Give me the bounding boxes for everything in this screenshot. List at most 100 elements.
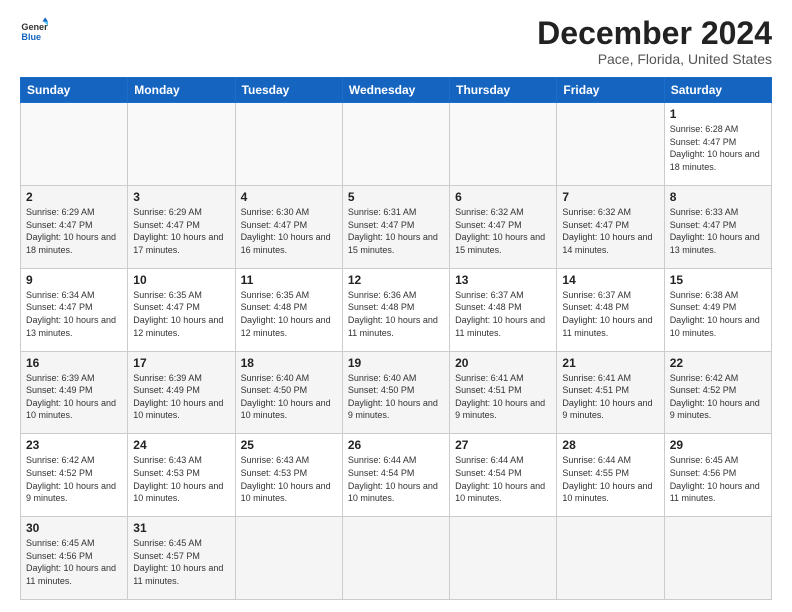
table-row: 21 Sunrise: 6:41 AM Sunset: 4:51 PM Dayl… xyxy=(557,351,664,434)
day-info: Sunrise: 6:40 AM Sunset: 4:50 PM Dayligh… xyxy=(348,372,444,422)
day-info: Sunrise: 6:45 AM Sunset: 4:57 PM Dayligh… xyxy=(133,537,229,587)
table-row: 26 Sunrise: 6:44 AM Sunset: 4:54 PM Dayl… xyxy=(342,434,449,517)
day-info: Sunrise: 6:35 AM Sunset: 4:48 PM Dayligh… xyxy=(241,289,337,339)
calendar-week-row: 30 Sunrise: 6:45 AM Sunset: 4:56 PM Dayl… xyxy=(21,517,772,600)
table-row: 27 Sunrise: 6:44 AM Sunset: 4:54 PM Dayl… xyxy=(450,434,557,517)
calendar-header-row: Sunday Monday Tuesday Wednesday Thursday… xyxy=(21,78,772,103)
day-number: 4 xyxy=(241,190,337,204)
day-info: Sunrise: 6:45 AM Sunset: 4:56 PM Dayligh… xyxy=(26,537,122,587)
col-friday: Friday xyxy=(557,78,664,103)
day-number: 27 xyxy=(455,438,551,452)
table-row xyxy=(21,103,128,186)
calendar-week-row: 16 Sunrise: 6:39 AM Sunset: 4:49 PM Dayl… xyxy=(21,351,772,434)
table-row: 3 Sunrise: 6:29 AM Sunset: 4:47 PM Dayli… xyxy=(128,185,235,268)
day-number: 19 xyxy=(348,356,444,370)
table-row: 5 Sunrise: 6:31 AM Sunset: 4:47 PM Dayli… xyxy=(342,185,449,268)
day-number: 14 xyxy=(562,273,658,287)
day-number: 23 xyxy=(26,438,122,452)
day-number: 24 xyxy=(133,438,229,452)
table-row: 6 Sunrise: 6:32 AM Sunset: 4:47 PM Dayli… xyxy=(450,185,557,268)
day-info: Sunrise: 6:37 AM Sunset: 4:48 PM Dayligh… xyxy=(455,289,551,339)
table-row: 17 Sunrise: 6:39 AM Sunset: 4:49 PM Dayl… xyxy=(128,351,235,434)
day-info: Sunrise: 6:37 AM Sunset: 4:48 PM Dayligh… xyxy=(562,289,658,339)
table-row: 30 Sunrise: 6:45 AM Sunset: 4:56 PM Dayl… xyxy=(21,517,128,600)
day-number: 5 xyxy=(348,190,444,204)
table-row xyxy=(342,103,449,186)
day-info: Sunrise: 6:34 AM Sunset: 4:47 PM Dayligh… xyxy=(26,289,122,339)
day-number: 12 xyxy=(348,273,444,287)
day-info: Sunrise: 6:35 AM Sunset: 4:47 PM Dayligh… xyxy=(133,289,229,339)
calendar-week-row: 9 Sunrise: 6:34 AM Sunset: 4:47 PM Dayli… xyxy=(21,268,772,351)
page: General Blue December 2024 Pace, Florida… xyxy=(0,0,792,612)
day-number: 31 xyxy=(133,521,229,535)
table-row: 18 Sunrise: 6:40 AM Sunset: 4:50 PM Dayl… xyxy=(235,351,342,434)
day-number: 25 xyxy=(241,438,337,452)
table-row xyxy=(342,517,449,600)
table-row: 7 Sunrise: 6:32 AM Sunset: 4:47 PM Dayli… xyxy=(557,185,664,268)
table-row: 12 Sunrise: 6:36 AM Sunset: 4:48 PM Dayl… xyxy=(342,268,449,351)
day-info: Sunrise: 6:40 AM Sunset: 4:50 PM Dayligh… xyxy=(241,372,337,422)
day-number: 9 xyxy=(26,273,122,287)
day-info: Sunrise: 6:41 AM Sunset: 4:51 PM Dayligh… xyxy=(455,372,551,422)
day-info: Sunrise: 6:29 AM Sunset: 4:47 PM Dayligh… xyxy=(26,206,122,256)
month-title: December 2024 xyxy=(537,16,772,51)
col-tuesday: Tuesday xyxy=(235,78,342,103)
table-row xyxy=(557,103,664,186)
day-info: Sunrise: 6:43 AM Sunset: 4:53 PM Dayligh… xyxy=(241,454,337,504)
table-row: 15 Sunrise: 6:38 AM Sunset: 4:49 PM Dayl… xyxy=(664,268,771,351)
calendar-table: Sunday Monday Tuesday Wednesday Thursday… xyxy=(20,77,772,600)
day-number: 21 xyxy=(562,356,658,370)
title-block: December 2024 Pace, Florida, United Stat… xyxy=(537,16,772,67)
table-row: 29 Sunrise: 6:45 AM Sunset: 4:56 PM Dayl… xyxy=(664,434,771,517)
day-info: Sunrise: 6:30 AM Sunset: 4:47 PM Dayligh… xyxy=(241,206,337,256)
logo-icon: General Blue xyxy=(20,16,48,44)
day-number: 10 xyxy=(133,273,229,287)
col-sunday: Sunday xyxy=(21,78,128,103)
table-row: 8 Sunrise: 6:33 AM Sunset: 4:47 PM Dayli… xyxy=(664,185,771,268)
day-info: Sunrise: 6:41 AM Sunset: 4:51 PM Dayligh… xyxy=(562,372,658,422)
day-number: 17 xyxy=(133,356,229,370)
col-monday: Monday xyxy=(128,78,235,103)
table-row: 10 Sunrise: 6:35 AM Sunset: 4:47 PM Dayl… xyxy=(128,268,235,351)
col-wednesday: Wednesday xyxy=(342,78,449,103)
day-info: Sunrise: 6:32 AM Sunset: 4:47 PM Dayligh… xyxy=(562,206,658,256)
table-row: 24 Sunrise: 6:43 AM Sunset: 4:53 PM Dayl… xyxy=(128,434,235,517)
day-number: 18 xyxy=(241,356,337,370)
day-number: 28 xyxy=(562,438,658,452)
calendar-week-row: 1 Sunrise: 6:28 AM Sunset: 4:47 PM Dayli… xyxy=(21,103,772,186)
table-row: 14 Sunrise: 6:37 AM Sunset: 4:48 PM Dayl… xyxy=(557,268,664,351)
day-number: 7 xyxy=(562,190,658,204)
day-info: Sunrise: 6:42 AM Sunset: 4:52 PM Dayligh… xyxy=(670,372,766,422)
day-number: 15 xyxy=(670,273,766,287)
day-info: Sunrise: 6:42 AM Sunset: 4:52 PM Dayligh… xyxy=(26,454,122,504)
table-row: 20 Sunrise: 6:41 AM Sunset: 4:51 PM Dayl… xyxy=(450,351,557,434)
table-row: 28 Sunrise: 6:44 AM Sunset: 4:55 PM Dayl… xyxy=(557,434,664,517)
day-number: 3 xyxy=(133,190,229,204)
day-number: 8 xyxy=(670,190,766,204)
day-number: 1 xyxy=(670,107,766,121)
table-row xyxy=(235,517,342,600)
day-info: Sunrise: 6:45 AM Sunset: 4:56 PM Dayligh… xyxy=(670,454,766,504)
day-number: 16 xyxy=(26,356,122,370)
table-row: 13 Sunrise: 6:37 AM Sunset: 4:48 PM Dayl… xyxy=(450,268,557,351)
day-info: Sunrise: 6:33 AM Sunset: 4:47 PM Dayligh… xyxy=(670,206,766,256)
day-info: Sunrise: 6:44 AM Sunset: 4:55 PM Dayligh… xyxy=(562,454,658,504)
table-row xyxy=(450,103,557,186)
day-number: 29 xyxy=(670,438,766,452)
day-info: Sunrise: 6:32 AM Sunset: 4:47 PM Dayligh… xyxy=(455,206,551,256)
table-row: 23 Sunrise: 6:42 AM Sunset: 4:52 PM Dayl… xyxy=(21,434,128,517)
location: Pace, Florida, United States xyxy=(537,51,772,67)
day-info: Sunrise: 6:44 AM Sunset: 4:54 PM Dayligh… xyxy=(348,454,444,504)
svg-text:General: General xyxy=(21,22,48,32)
table-row xyxy=(557,517,664,600)
table-row xyxy=(128,103,235,186)
col-thursday: Thursday xyxy=(450,78,557,103)
table-row: 11 Sunrise: 6:35 AM Sunset: 4:48 PM Dayl… xyxy=(235,268,342,351)
day-number: 6 xyxy=(455,190,551,204)
header: General Blue December 2024 Pace, Florida… xyxy=(20,16,772,67)
day-info: Sunrise: 6:28 AM Sunset: 4:47 PM Dayligh… xyxy=(670,123,766,173)
calendar-week-row: 2 Sunrise: 6:29 AM Sunset: 4:47 PM Dayli… xyxy=(21,185,772,268)
day-info: Sunrise: 6:38 AM Sunset: 4:49 PM Dayligh… xyxy=(670,289,766,339)
table-row: 25 Sunrise: 6:43 AM Sunset: 4:53 PM Dayl… xyxy=(235,434,342,517)
table-row: 22 Sunrise: 6:42 AM Sunset: 4:52 PM Dayl… xyxy=(664,351,771,434)
